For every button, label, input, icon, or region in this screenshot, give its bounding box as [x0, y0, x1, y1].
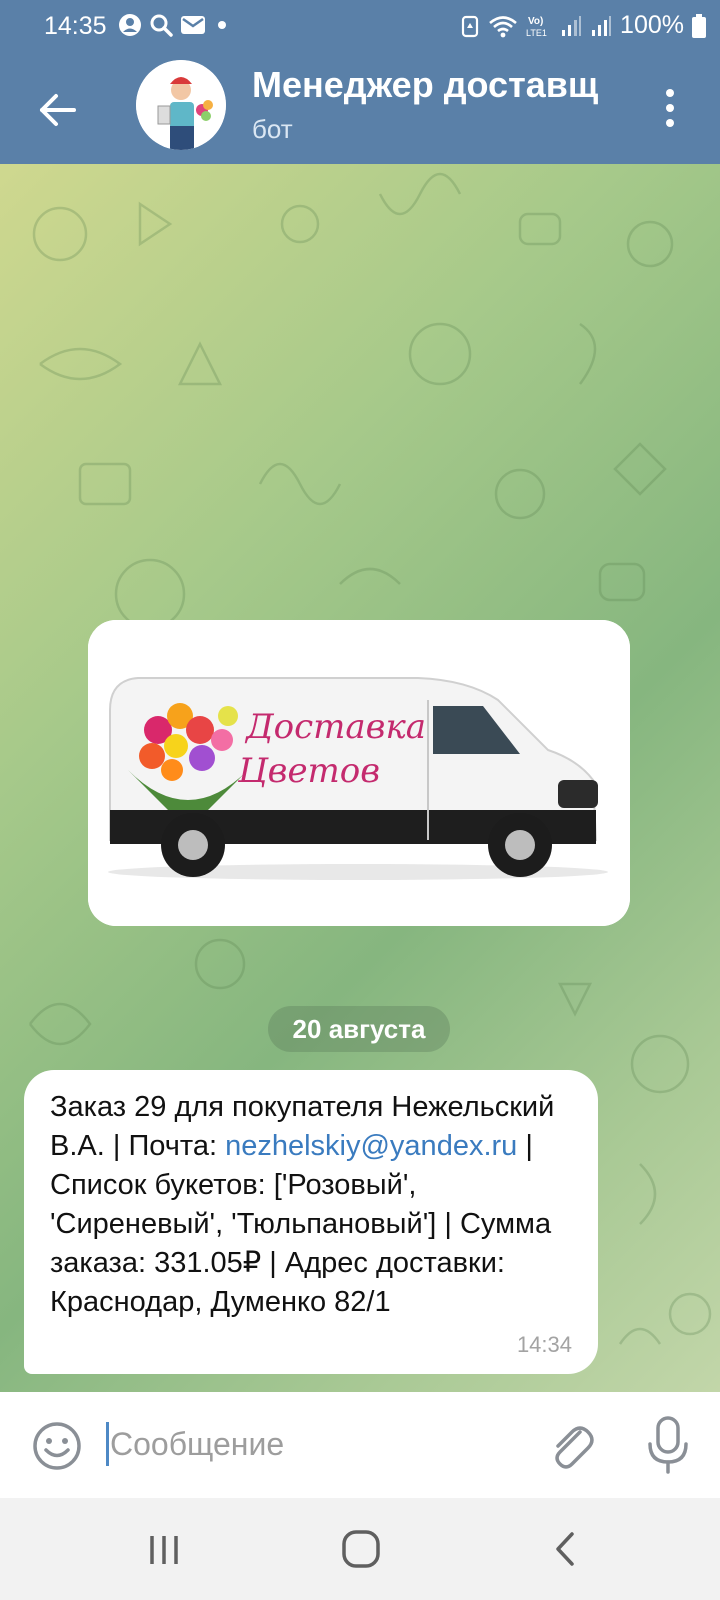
message-input[interactable]	[110, 1418, 510, 1470]
van-logo-text-line1: Доставка	[244, 707, 426, 747]
chat-subtitle: бот	[252, 114, 293, 144]
battery-percentage: 100%	[620, 11, 684, 39]
van-logo-text-line2: Цветов	[237, 751, 380, 791]
emoji-button[interactable]	[30, 1419, 84, 1473]
message-email-link[interactable]: nezhelskiy@yandex.ru	[225, 1130, 517, 1162]
back-button[interactable]	[30, 82, 86, 138]
text-message[interactable]: Заказ 29 для покупателя Нежельский В.А. …	[24, 1070, 598, 1374]
volte-icon: Vo) LTE1	[526, 16, 547, 38]
menu-dot	[666, 104, 674, 112]
smile-icon	[33, 1422, 81, 1470]
message-text: Заказ 29 для покупателя Нежельский В.А. …	[50, 1088, 574, 1322]
recent-apps-icon	[150, 1536, 178, 1564]
menu-dot	[666, 119, 674, 127]
back-nav-button[interactable]	[552, 1530, 578, 1568]
battery-icon	[692, 13, 706, 38]
battery-saver-icon	[461, 15, 479, 37]
search-icon	[150, 14, 173, 37]
system-navigation-bar	[0, 1498, 720, 1600]
status-time: 14:35	[44, 12, 107, 40]
delivery-van-image: Доставка Цветов	[88, 620, 630, 926]
arrow-left-icon	[40, 94, 76, 126]
home-icon	[342, 1530, 380, 1568]
status-right-icons: Vo) LTE1 100%	[460, 11, 706, 40]
image-message[interactable]: Доставка Цветов	[88, 620, 630, 926]
bot-avatar[interactable]	[136, 60, 226, 150]
more-options-button[interactable]	[658, 80, 682, 136]
text-cursor	[106, 1422, 109, 1466]
message-composer	[0, 1392, 720, 1498]
svg-text:LTE1: LTE1	[526, 28, 547, 38]
status-bar: 14:35 Vo) LTE1 100%	[0, 0, 720, 52]
mail-icon	[181, 16, 205, 34]
message-time: 14:34	[516, 1332, 572, 1357]
recent-apps-button[interactable]	[146, 1534, 186, 1566]
paperclip-icon	[555, 1426, 594, 1469]
back-icon	[556, 1532, 574, 1566]
signal-icon	[592, 15, 612, 36]
home-button[interactable]	[340, 1528, 382, 1570]
date-separator: 20 августа	[268, 1006, 450, 1052]
svg-text:Vo): Vo)	[528, 16, 543, 27]
notification-dot-icon	[218, 21, 226, 29]
courier-avatar-image	[136, 60, 226, 150]
account-icon	[119, 14, 141, 36]
wifi-icon	[489, 15, 517, 37]
chat-background[interactable]: Доставка Цветов 20 августа Заказ 29 для …	[0, 164, 720, 1392]
voice-record-button[interactable]	[646, 1414, 690, 1476]
signal-icon	[562, 15, 582, 36]
attach-button[interactable]	[544, 1418, 598, 1472]
chat-header: Менеджер доставщ бот	[0, 52, 720, 164]
microphone-icon	[648, 1416, 688, 1474]
more-vertical-icon	[666, 89, 674, 97]
status-left-icons	[118, 12, 232, 38]
chat-title[interactable]: Менеджер доставщ	[252, 64, 622, 106]
